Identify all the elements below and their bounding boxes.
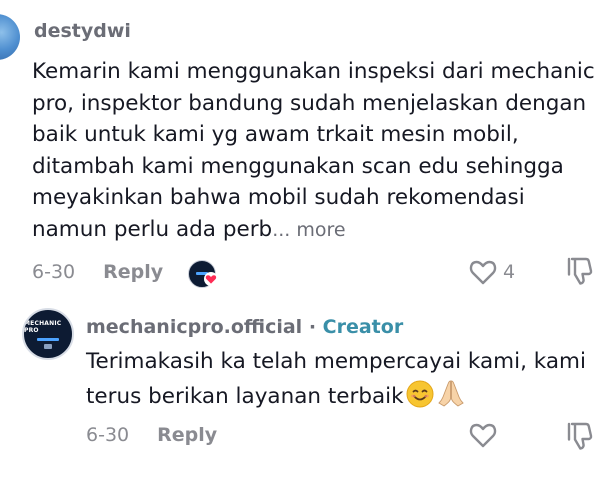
comment-meta: 6-30 Reply <box>32 261 163 283</box>
logo-bar <box>37 337 59 341</box>
comment-username[interactable]: mechanicpro.official <box>86 316 302 338</box>
reply-button[interactable]: Reply <box>157 424 217 446</box>
heart-icon <box>204 272 218 286</box>
comment-meta: 6-30 Reply <box>86 424 217 446</box>
more-link[interactable]: ... more <box>272 219 345 241</box>
comment-text-content: Kemarin kami menggunakan inspeksi dari m… <box>32 59 595 242</box>
reply-button[interactable]: Reply <box>103 261 163 283</box>
logo-mark <box>44 343 52 349</box>
comment-username[interactable]: destydwi <box>34 20 131 42</box>
like-heart-icon[interactable] <box>468 421 498 449</box>
comment-date: 6-30 <box>32 261 76 283</box>
mechanicpro-logo[interactable]: MECHANIC PRO <box>22 308 74 360</box>
comment-text-content: Terimakasih ka telah mempercayai kami, k… <box>86 349 586 409</box>
like-heart-icon[interactable] <box>468 258 498 286</box>
dislike-icon[interactable] <box>566 421 594 451</box>
comment-text: Terimakasih ka telah mempercayai kami, k… <box>86 346 596 412</box>
folded-hands-emoji-icon <box>437 380 464 407</box>
comment-text: Kemarin kami menggunakan inspeksi dari m… <box>32 56 598 246</box>
like-count: 4 <box>503 261 516 283</box>
comment-username-line: mechanicpro.official · Creator <box>86 316 403 338</box>
user-avatar[interactable] <box>0 14 20 60</box>
avatar-logo-text: MECHANIC PRO <box>24 319 62 334</box>
comment-date: 6-30 <box>86 424 130 446</box>
creator-badge: Creator <box>322 316 404 338</box>
dislike-icon[interactable] <box>566 256 594 286</box>
smiling-face-emoji-icon <box>406 380 434 407</box>
separator: · <box>302 316 323 338</box>
